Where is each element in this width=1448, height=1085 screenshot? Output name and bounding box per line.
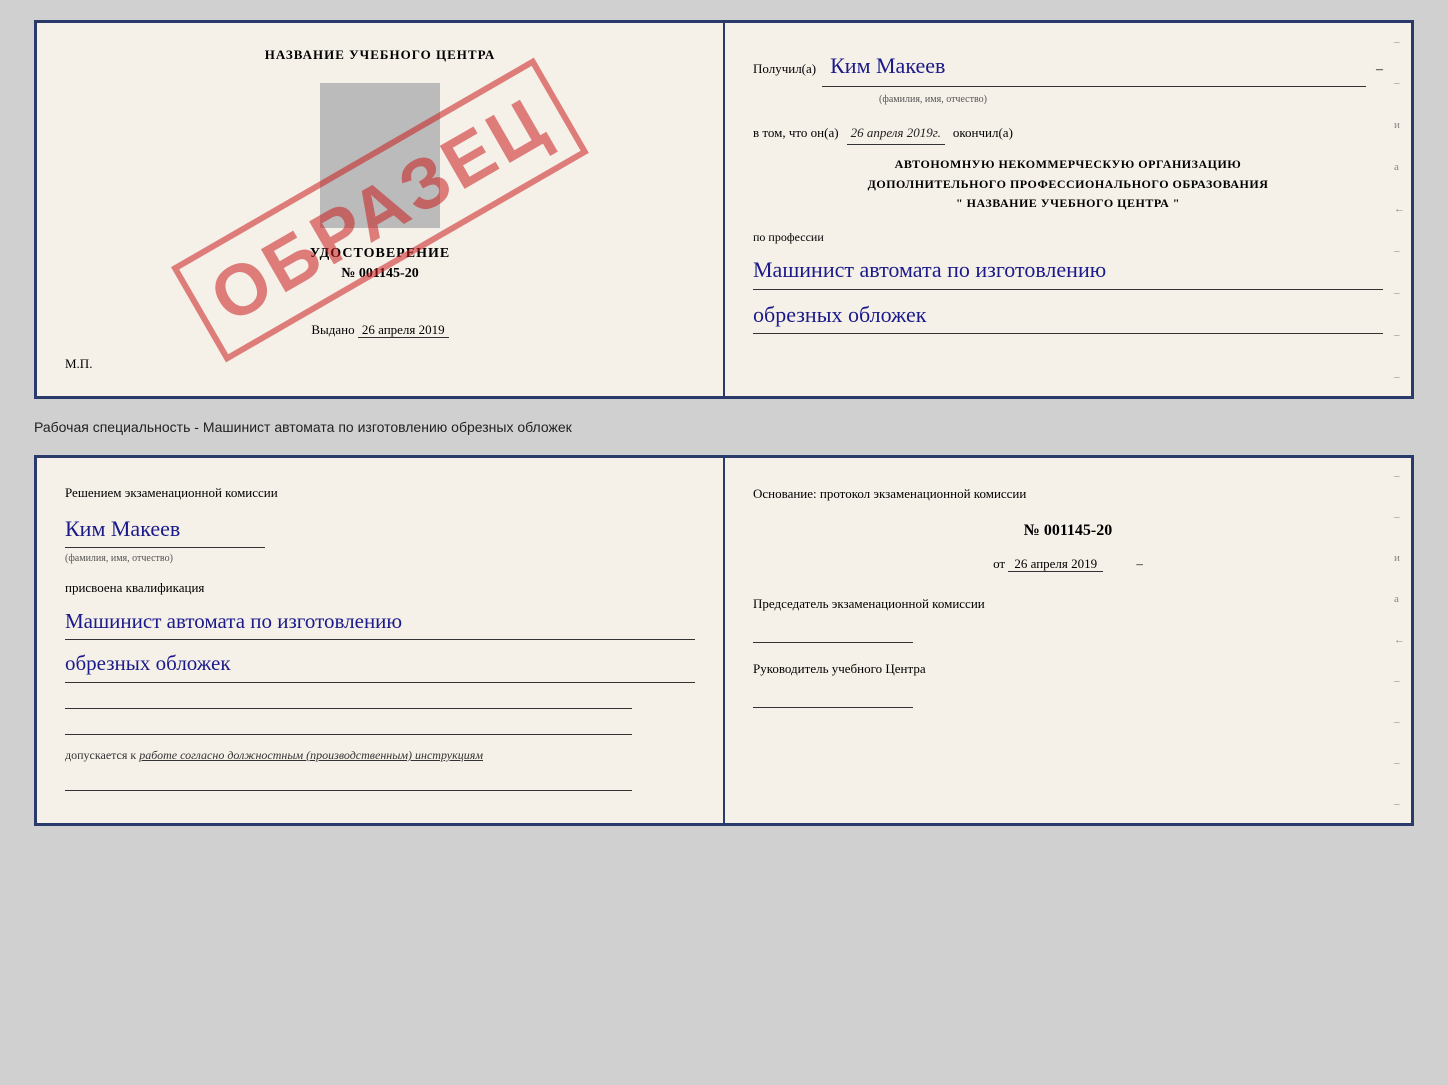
side-dashes: – – и а ← – – – – (1394, 23, 1405, 396)
predsedatel-signature-line (753, 619, 913, 643)
rukovoditel-block: Руководитель учебного Центра (753, 657, 1383, 708)
completion-date: 26 апреля 2019г. (847, 122, 945, 145)
profession-line2: обрезных обложек (753, 296, 1383, 334)
protokol-number: № 001145-20 (753, 517, 1383, 546)
fio-hint-bottom: (фамилия, имя, отчество) (65, 550, 245, 567)
poluchil-line: Получил(а) Ким Макеев – (753, 47, 1383, 87)
subtitle-line: Рабочая специальность - Машинист автомат… (34, 415, 1414, 439)
protokol-ot: от (993, 556, 1005, 571)
dopusk-text: работе согласно должностным (производств… (139, 748, 483, 762)
number-label: № 001145-20 (341, 266, 418, 282)
predsedatel-label: Председатель экзаменационной комиссии (753, 592, 1383, 615)
blank-line-3 (65, 773, 632, 791)
vtom-label: в том, что он(а) (753, 122, 839, 144)
bottom-name: Ким Макеев (65, 510, 265, 548)
dash: – (1376, 58, 1383, 82)
profession-label: по профессии (753, 227, 1383, 247)
org-line3: " НАЗВАНИЕ УЧЕБНОГО ЦЕНТРА " (753, 194, 1383, 213)
dopuskaetsya-label: допускается к (65, 748, 136, 762)
dopuskaetsya-line: допускается к работе согласно должностны… (65, 745, 695, 765)
bottom-document: Решением экзаменационной комиссии Ким Ма… (34, 455, 1414, 826)
protokol-date-val: 26 апреля 2019 (1008, 556, 1103, 572)
osnovanie-label: Основание: протокол экзаменационной коми… (753, 482, 1383, 505)
bottom-side-dashes: – – и а ← – – – – (1394, 458, 1405, 823)
qual-line2: обрезных обложек (65, 646, 695, 683)
resheniem-line: Решением экзаменационной комиссии (65, 482, 695, 504)
rukovoditel-signature-line (753, 684, 913, 708)
photo-placeholder (320, 83, 440, 228)
vydano-line: Выдано 26 апреля 2019 (311, 322, 448, 338)
top-doc-left: НАЗВАНИЕ УЧЕБНОГО ЦЕНТРА УДОСТОВЕРЕНИЕ №… (37, 23, 725, 396)
udostoverenie-label: УДОСТОВЕРЕНИЕ (310, 246, 450, 262)
prisvoena-label: присвоена квалификация (65, 577, 695, 599)
okonchil-label: окончил(а) (953, 122, 1013, 144)
fio-hint-top: (фамилия, имя, отчество) (833, 91, 1033, 108)
profession-line1: Машинист автомата по изготовлению (753, 251, 1383, 289)
poluchil-label: Получил(а) (753, 58, 816, 80)
vydano-date: 26 апреля 2019 (358, 322, 449, 338)
school-name-top: НАЗВАНИЕ УЧЕБНОГО ЦЕНТРА (265, 47, 496, 63)
org-block: АВТОНОМНУЮ НЕКОММЕРЧЕСКУЮ ОРГАНИЗАЦИЮ ДО… (753, 155, 1383, 213)
top-document: НАЗВАНИЕ УЧЕБНОГО ЦЕНТРА УДОСТОВЕРЕНИЕ №… (34, 20, 1414, 399)
bottom-doc-left: Решением экзаменационной комиссии Ким Ма… (37, 458, 725, 823)
mp-label: М.П. (65, 356, 92, 372)
bottom-doc-right: Основание: протокол экзаменационной коми… (725, 458, 1411, 823)
top-doc-right: Получил(а) Ким Макеев – (фамилия, имя, о… (725, 23, 1411, 396)
qual-line1: Машинист автомата по изготовлению (65, 604, 695, 641)
vtom-line: в том, что он(а) 26 апреля 2019г. окончи… (753, 122, 1383, 145)
blank-line-2 (65, 717, 632, 735)
vydano-text: Выдано (311, 322, 354, 337)
org-line1: АВТОНОМНУЮ НЕКОММЕРЧЕСКУЮ ОРГАНИЗАЦИЮ (753, 155, 1383, 174)
org-line2: ДОПОЛНИТЕЛЬНОГО ПРОФЕССИОНАЛЬНОГО ОБРАЗО… (753, 175, 1383, 194)
protokol-date: от 26 апреля 2019 – (753, 552, 1383, 575)
recipient-name: Ким Макеев (822, 47, 1366, 87)
rukovoditel-label: Руководитель учебного Центра (753, 657, 1383, 680)
blank-line-1 (65, 691, 632, 709)
predsedatel-block: Председатель экзаменационной комиссии (753, 592, 1383, 643)
